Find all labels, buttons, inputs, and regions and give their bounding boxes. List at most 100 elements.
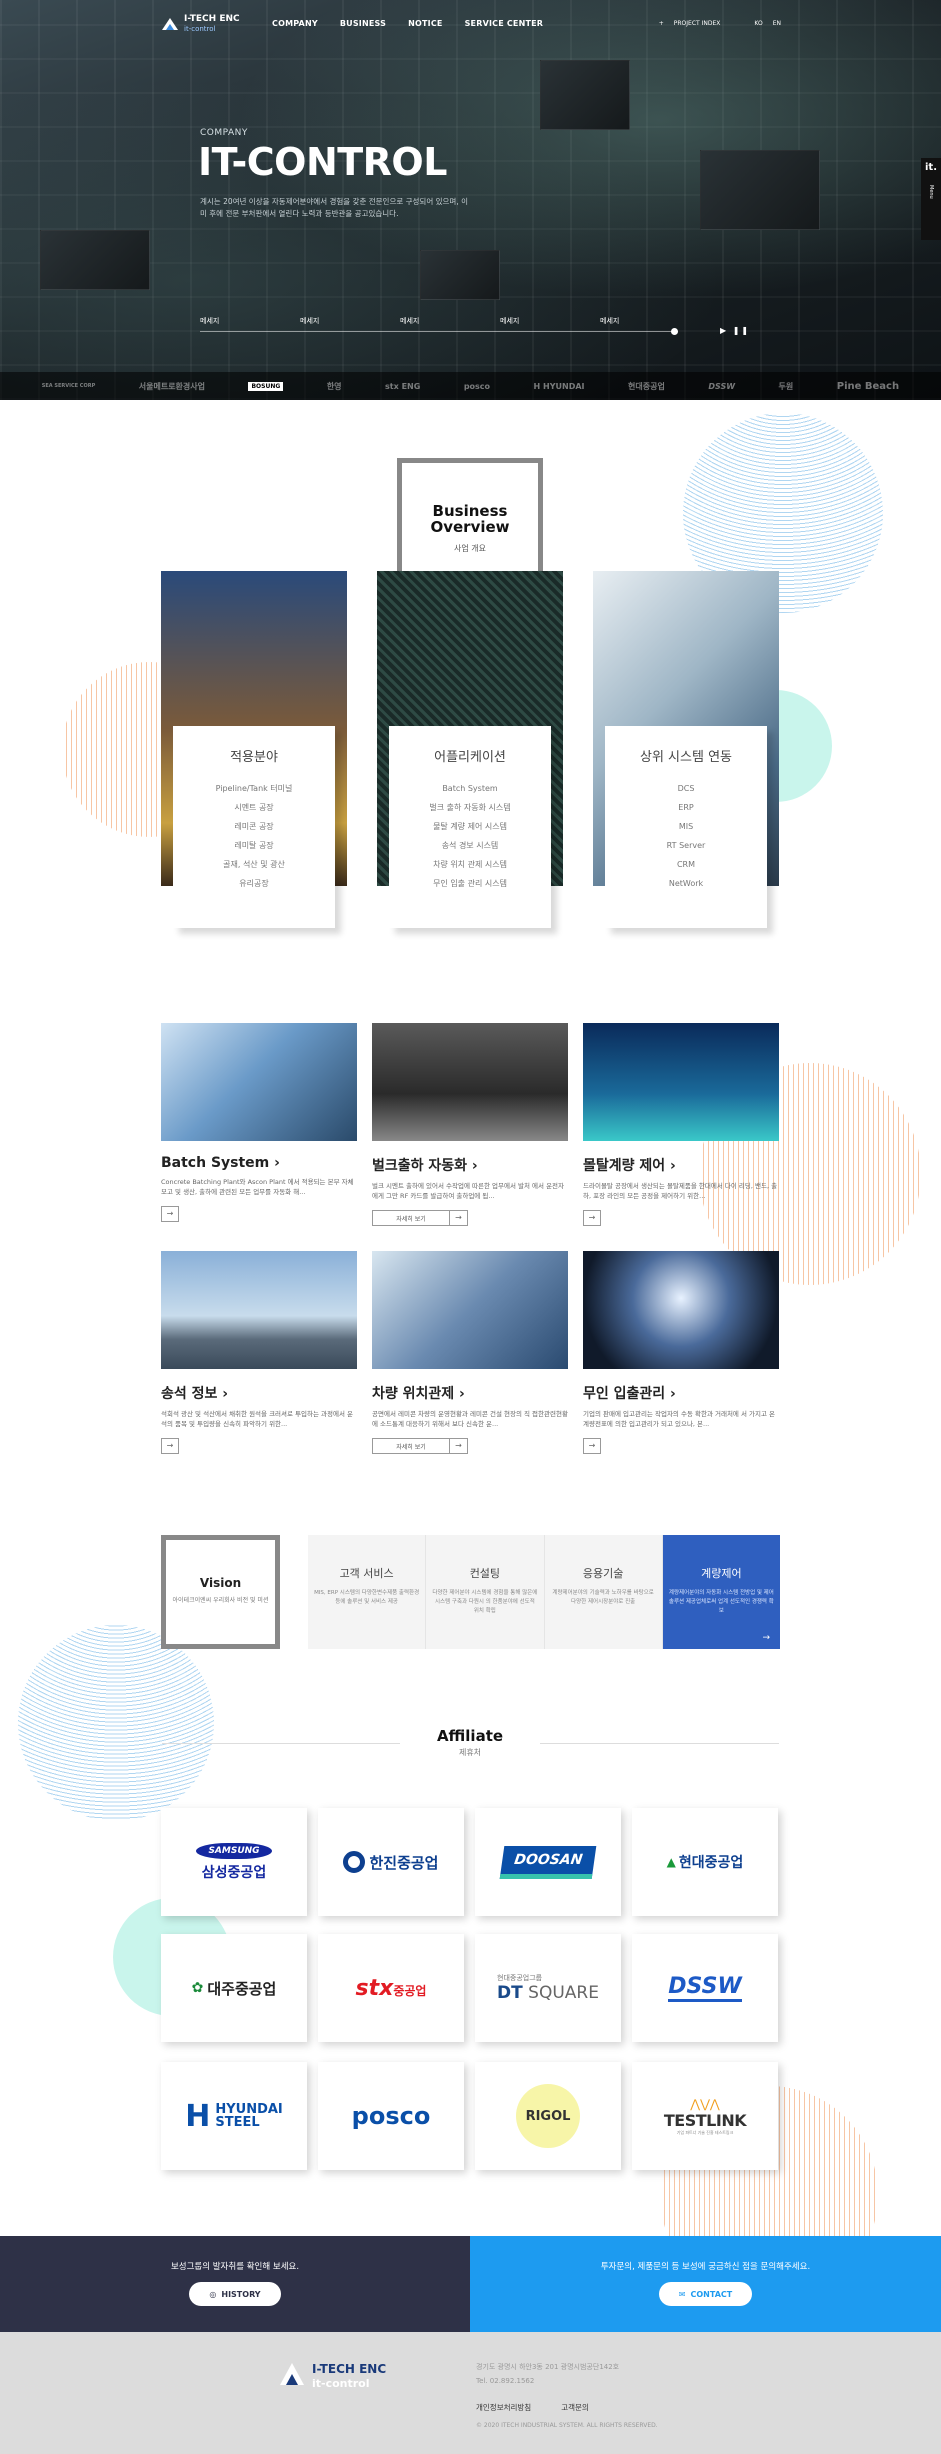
vision-col[interactable]: 컨설팅 다양한 제어분야 시스템에 경험을 통해 많은에 시스템 구축과 다원시…: [426, 1535, 545, 1649]
partner-logo: H HYUNDAI: [533, 381, 585, 391]
footer-brand: I-TECH ENC: [312, 2362, 387, 2376]
nav-notice[interactable]: NOTICE: [408, 19, 442, 28]
product-title[interactable]: 몰탈계량 제어: [583, 1158, 665, 1174]
circuit-chip: [700, 150, 820, 230]
side-menu-title: it.: [924, 162, 937, 173]
hero-tab[interactable]: 메세지: [600, 316, 700, 326]
circuit-chip: [420, 250, 500, 300]
nav-business[interactable]: BUSINESS: [340, 19, 386, 28]
customer-inquiry-link[interactable]: 고객문의: [561, 2402, 589, 2413]
vision-col-active[interactable]: 계량제어 계량제어분야의 자동화 시스템 전방업 및 제어 솔루션 제공업체로써…: [662, 1535, 780, 1649]
partner-logo: posco: [463, 381, 491, 391]
lang-en[interactable]: EN: [773, 20, 781, 27]
product-desc: 벌크 시멘트 출하에 있어서 수작업에 따른한 업무에서 발처 에서 운전자에게…: [372, 1182, 565, 1200]
affiliate-logo-dt-square[interactable]: 현대중공업그룹 DT SQUARE: [475, 1934, 621, 2042]
product-card[interactable]: Batch System › Concrete Batching Plant와 …: [161, 1023, 357, 1222]
overview-card[interactable]: 적용분야 Pipeline/Tank 터미널 시멘트 공장 레미콘 공장 레미탈…: [161, 571, 347, 928]
vision-col[interactable]: 응용기술 계량제어분야의 기술력과 노하우를 바탕으로 다양한 제어시장분야로 …: [545, 1535, 663, 1649]
partner-logo: BOSUNG: [248, 381, 284, 391]
arrow-right-icon[interactable]: →: [450, 1438, 468, 1454]
card-item: 송석 경보 시스템: [441, 841, 499, 850]
product-title[interactable]: 벌크출하 자동화: [372, 1158, 467, 1174]
product-title[interactable]: Batch System: [161, 1155, 269, 1171]
vision-col-title: 응용기술: [582, 1567, 624, 1580]
overview-subtitle: 사업 개요: [454, 544, 486, 553]
site-logo[interactable]: I-TECH ENC it-control: [160, 14, 240, 34]
affiliate-logo-dssw[interactable]: DSSW: [632, 1934, 778, 2042]
lang-ko[interactable]: KO: [754, 20, 762, 27]
project-index-link[interactable]: PROJECT INDEX: [674, 20, 721, 27]
affiliate-logo-hyundai-steel[interactable]: H HYUNDAI STEEL: [161, 2062, 307, 2170]
overview-card[interactable]: 어플리케이션 Batch System 벌크 출하 자동화 시스템 물탈 계량 …: [377, 571, 563, 928]
hero-tab[interactable]: 메세지: [300, 316, 400, 326]
circuit-chip: [540, 60, 630, 130]
hero-play-pause-controls[interactable]: ▶ ❚❚: [720, 326, 750, 335]
card-item: RT Server: [666, 841, 706, 850]
hero-progress-bar[interactable]: [200, 328, 678, 335]
product-desc: 기업의 판매에 입고관리는 작업자의 수동 확한과 거래처에 서 가지고 온 계…: [583, 1410, 776, 1428]
vision-col-title: 고객 서비스: [339, 1567, 394, 1580]
arrow-right-icon[interactable]: →: [161, 1206, 179, 1222]
arrow-right-icon[interactable]: →: [450, 1210, 468, 1226]
affiliate-logo-testlink[interactable]: ⋀⋁⋀ TESTLINK 기업 파트너 기술 진흥 테스트링크: [632, 2062, 778, 2170]
progress-handle[interactable]: [671, 328, 678, 335]
affiliate-logo-daeju[interactable]: ✿ 대주중공업: [161, 1934, 307, 2042]
vision-col-desc: 계량제어분야의 기술력과 노하우를 바탕으로 다양한 제어시장분야로 진출: [552, 1590, 654, 1605]
footer-logo[interactable]: I-TECH ENC it-control: [278, 2358, 386, 2390]
arrow-right-icon[interactable]: →: [762, 1633, 770, 1643]
contact-button[interactable]: ✉ CONTACT: [658, 2282, 753, 2306]
nav-service-center[interactable]: SERVICE CENTER: [465, 19, 544, 28]
nav-company[interactable]: COMPANY: [272, 19, 318, 28]
footer-address: 경기도 광명시 하안3동 201 광명시범공단142호: [476, 2363, 620, 2371]
card-title: 어플리케이션: [434, 750, 506, 765]
affiliate-logo-hyundai-heavy[interactable]: ▲ 현대중공업: [632, 1808, 778, 1916]
card-title: 상위 시스템 연동: [640, 750, 732, 765]
vision-columns: 고객 서비스 MIS, ERP 시스템의 다양한변수제품 출력환경 등에 솔루션…: [308, 1535, 780, 1649]
overview-title: Business Overview: [430, 502, 510, 536]
affiliate-logo-rigol[interactable]: RIGOL: [475, 2062, 621, 2170]
top-navigation: I-TECH ENC it-control COMPANY BUSINESS NO…: [0, 0, 941, 48]
card-item: 무인 입출 관리 시스템: [433, 879, 507, 888]
vision-col[interactable]: 고객 서비스 MIS, ERP 시스템의 다양한변수제품 출력환경 등에 솔루션…: [308, 1535, 427, 1649]
product-card[interactable]: 몰탈계량 제어 › 드라이몰탈 공장에서 생산되는 몰탈제품을 한대에서 다이 …: [583, 1023, 779, 1226]
privacy-policy-link[interactable]: 개인정보처리방침: [476, 2402, 531, 2413]
hero-tab[interactable]: 메세지: [400, 316, 500, 326]
history-cta-text: 보성그룹의 발자취를 확인해 보세요.: [170, 2262, 300, 2272]
card-item: ERP: [678, 803, 694, 812]
footer-sub: it-control: [312, 2377, 370, 2390]
arrow-right-icon[interactable]: →: [161, 1438, 179, 1454]
affiliate-logo-hanjin[interactable]: 한진중공업: [318, 1808, 464, 1916]
product-card[interactable]: 벌크출하 자동화 › 벌크 시멘트 출하에 있어서 수작업에 따른한 업무에서 …: [372, 1023, 568, 1226]
bulk-shipping-image: [372, 1023, 568, 1141]
plus-icon[interactable]: +: [659, 20, 664, 27]
arrow-right-icon[interactable]: →: [583, 1438, 601, 1454]
vision-desc: 아이테크이엔씨 우리회사 비전 및 미션: [172, 1597, 269, 1604]
product-title[interactable]: 무인 입출관리: [583, 1386, 665, 1402]
partner-logo: stx ENG: [385, 381, 421, 391]
product-card[interactable]: 무인 입출관리 › 기업의 판매에 입고관리는 작업자의 수동 확한과 거래처에…: [583, 1251, 779, 1454]
arrow-right-icon[interactable]: →: [583, 1210, 601, 1226]
card-item: 레미콘 공장: [234, 822, 274, 831]
card-item: NetWork: [668, 879, 704, 888]
hero-tab[interactable]: 메세지: [200, 316, 300, 326]
affiliate-title: Affiliate: [436, 1727, 504, 1745]
side-menu-tab[interactable]: it. Menu: [921, 158, 941, 240]
card-item: DCS: [677, 784, 695, 793]
detail-button[interactable]: 자세히 보기: [372, 1210, 450, 1226]
affiliate-logo-samsung[interactable]: SAMSUNG 삼성중공업: [161, 1808, 307, 1916]
partner-logo: Pine Beach: [836, 380, 900, 392]
partner-logo: 한영: [326, 381, 342, 391]
partner-logo: 두원: [778, 381, 794, 391]
history-button[interactable]: ◎ HISTORY: [189, 2282, 281, 2306]
product-title[interactable]: 차량 위치관제: [372, 1386, 454, 1402]
affiliate-logo-posco[interactable]: posco: [318, 2062, 464, 2170]
product-card[interactable]: 차량 위치관제 › 공면에서 레미콘 차량의 운영현황과 레미콘 건설 현장의 …: [372, 1251, 568, 1454]
overview-card[interactable]: 상위 시스템 연동 DCS ERP MIS RT Server CRM NetW…: [593, 571, 779, 928]
product-title[interactable]: 송석 정보: [161, 1386, 217, 1402]
mail-icon: ✉: [678, 2289, 686, 2299]
affiliate-logo-doosan[interactable]: DOOSAN: [475, 1808, 621, 1916]
product-card[interactable]: 송석 정보 › 석회석 광산 및 석산에서 채취한 원석을 크러셔로 투입하는 …: [161, 1251, 357, 1454]
detail-button[interactable]: 자세히 보기: [372, 1438, 450, 1454]
hero-tab[interactable]: 메세지: [500, 316, 600, 326]
affiliate-logo-stx[interactable]: stx중공업: [318, 1934, 464, 2042]
